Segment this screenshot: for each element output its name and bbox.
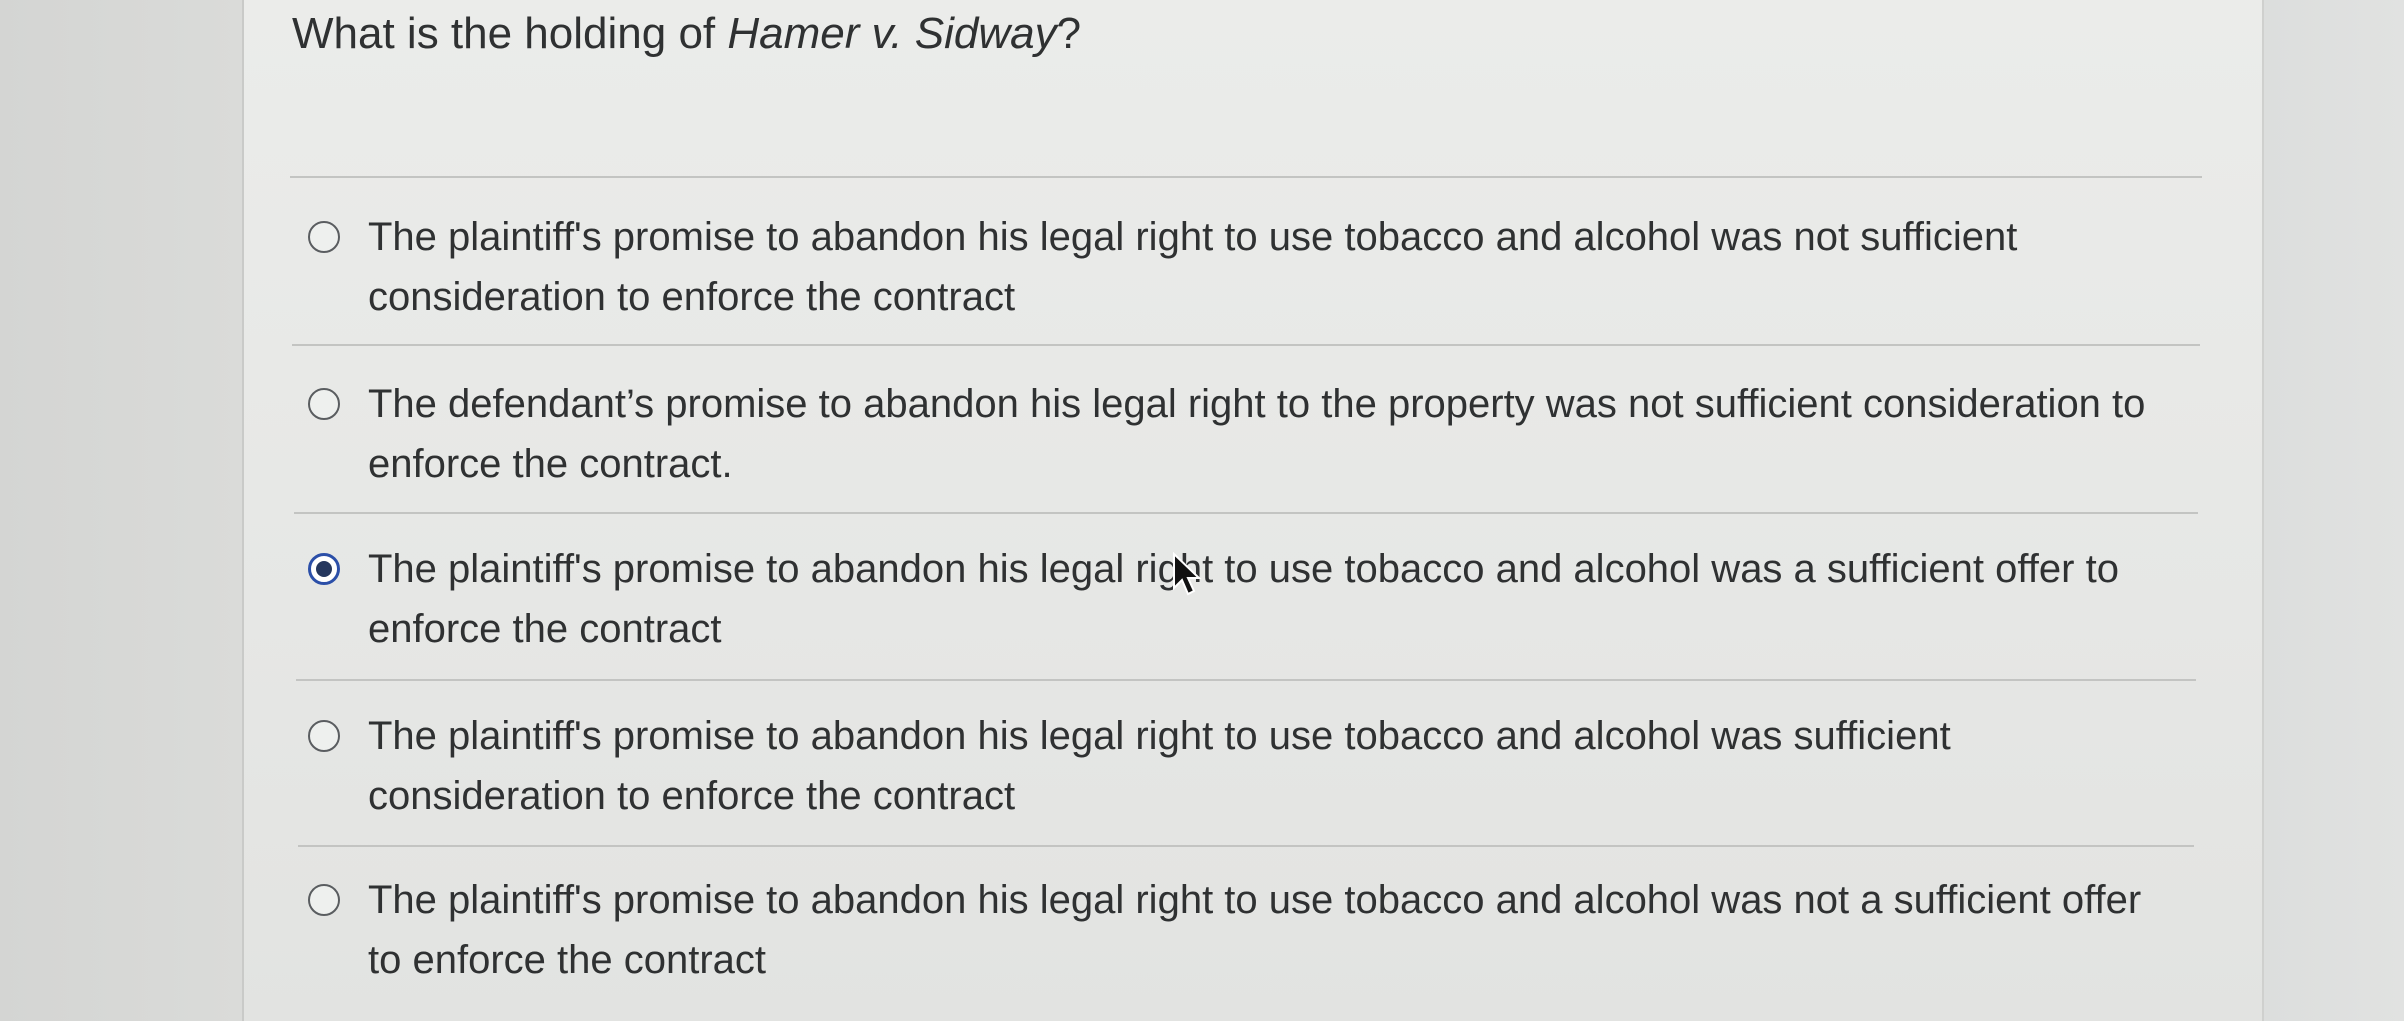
question-panel xyxy=(242,0,2264,1021)
answer-option-3[interactable]: The plaintiff's promise to abandon his l… xyxy=(300,539,2200,659)
divider xyxy=(298,845,2194,847)
radio-button[interactable] xyxy=(308,884,340,916)
answer-option-text: The plaintiff's promise to abandon his l… xyxy=(368,714,1951,818)
answer-option-text: The defendant’s promise to abandon his l… xyxy=(368,382,2146,486)
radio-button[interactable] xyxy=(308,221,340,253)
answer-option-text: The plaintiff's promise to abandon his l… xyxy=(368,547,2119,651)
answer-option-text: The plaintiff's promise to abandon his l… xyxy=(368,215,2018,319)
answer-option-5[interactable]: The plaintiff's promise to abandon his l… xyxy=(300,870,2200,990)
divider xyxy=(294,512,2198,514)
mouse-pointer-icon xyxy=(1173,552,1202,596)
radio-button-selected[interactable] xyxy=(308,553,340,585)
answer-option-2[interactable]: The defendant’s promise to abandon his l… xyxy=(300,374,2200,494)
radio-button[interactable] xyxy=(308,388,340,420)
answer-option-text: The plaintiff's promise to abandon his l… xyxy=(368,878,2142,982)
answer-option-4[interactable]: The plaintiff's promise to abandon his l… xyxy=(300,706,2200,826)
divider xyxy=(292,344,2200,346)
background-left xyxy=(0,0,242,1021)
question-title: What is the holding of Hamer v. Sidway? xyxy=(292,6,1081,62)
divider xyxy=(290,176,2202,178)
radio-button[interactable] xyxy=(308,720,340,752)
question-suffix: ? xyxy=(1056,9,1082,58)
case-name: Hamer v. Sidway xyxy=(727,9,1057,58)
answer-option-1[interactable]: The plaintiff's promise to abandon his l… xyxy=(300,207,2200,327)
divider xyxy=(296,679,2196,681)
question-prefix: What is the holding of xyxy=(292,9,728,58)
background-right xyxy=(2264,0,2404,1021)
